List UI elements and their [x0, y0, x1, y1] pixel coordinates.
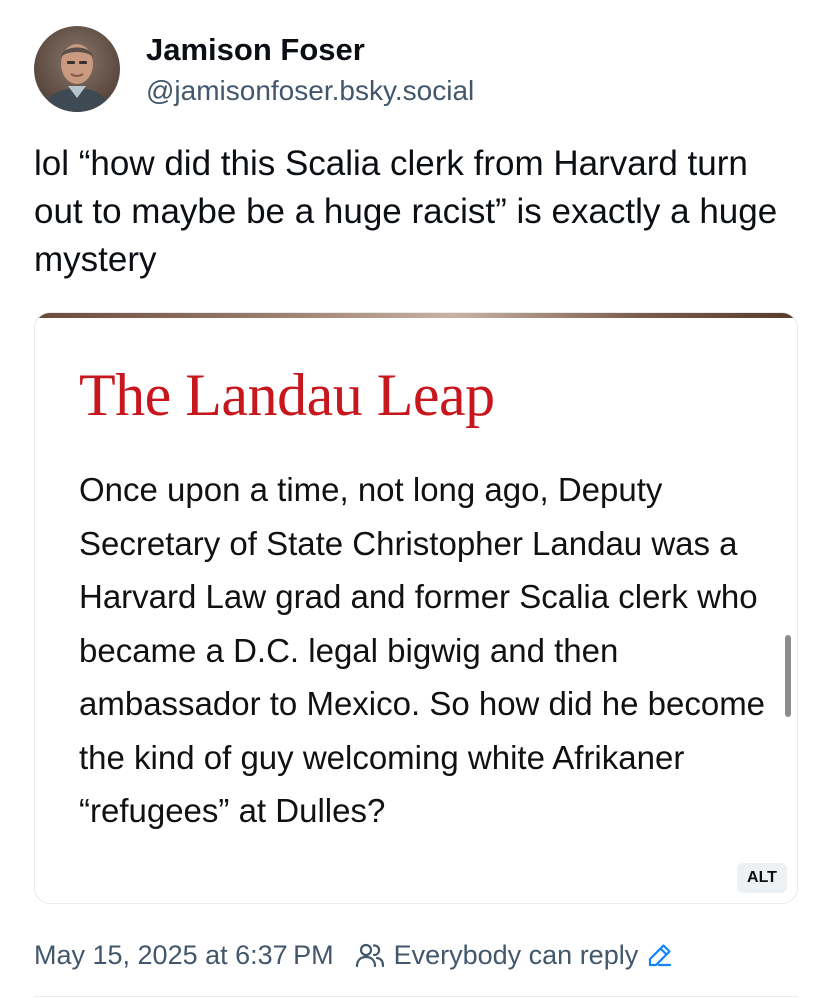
- people-icon: [355, 943, 384, 968]
- article-title: The Landau Leap: [79, 362, 495, 428]
- pencil-icon[interactable]: [646, 941, 674, 969]
- author-handle[interactable]: @jamisonfoser.bsky.social: [146, 73, 474, 109]
- article-excerpt: Once upon a time, not long ago, Deputy S…: [79, 471, 766, 829]
- reply-setting-button[interactable]: Everybody can reply: [354, 937, 675, 973]
- reply-setting-label: Everybody can reply: [393, 940, 639, 970]
- post: Jamison Foser @jamisonfoser.bsky.social …: [0, 0, 832, 1000]
- avatar-image: [34, 26, 120, 112]
- post-timestamp[interactable]: May 15, 2025 at 6:37 PM: [34, 937, 334, 973]
- alt-text-button[interactable]: ALT: [737, 863, 787, 893]
- divider: [34, 996, 798, 997]
- author-display-name[interactable]: Jamison Foser: [146, 30, 474, 70]
- scrollbar[interactable]: [785, 635, 791, 717]
- post-header: Jamison Foser @jamisonfoser.bsky.social: [34, 26, 474, 112]
- embedded-image[interactable]: The Landau Leap Once upon a time, not lo…: [34, 312, 798, 904]
- post-text: lol “how did this Scalia clerk from Harv…: [34, 144, 778, 279]
- author-names: Jamison Foser @jamisonfoser.bsky.social: [146, 30, 474, 109]
- image-top-strip: [35, 313, 797, 318]
- avatar[interactable]: [34, 26, 120, 112]
- post-footer: May 15, 2025 at 6:37 PM Everybody can re…: [34, 937, 674, 973]
